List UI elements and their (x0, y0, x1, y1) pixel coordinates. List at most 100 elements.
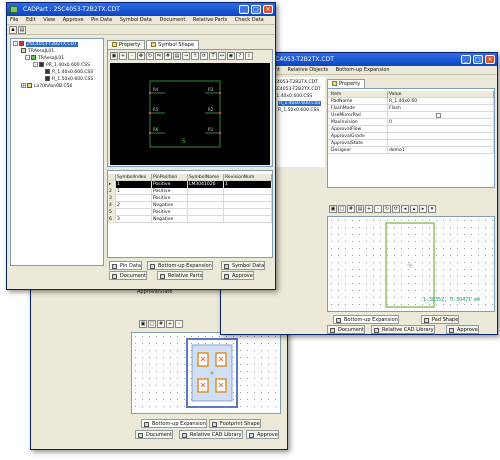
table-row[interactable]: ApprovalFlow (328, 126, 494, 133)
zoom-out-icon[interactable]: - (175, 320, 183, 328)
tab-symbol-shape[interactable]: Symbol Shape (146, 40, 200, 49)
tree-item[interactable]: TRAesaJL01 (21, 48, 54, 55)
tree-item-selected[interactable]: R_1.40x0.600.CSS (271, 100, 322, 107)
tab-footprint-shape[interactable]: Footprint Shape (209, 419, 261, 428)
copy-tool-icon[interactable]: □ (148, 320, 156, 328)
close-button[interactable]: × (263, 5, 273, 14)
mirror-pad-checkbox[interactable] (436, 113, 441, 118)
tree-item-root[interactable]: -2SC4053-T2B2TX.CDT (13, 41, 78, 48)
arrow-right-icon[interactable]: ▸ (419, 205, 427, 213)
rotate-icon[interactable]: ↻ (146, 52, 154, 60)
zoom-in-icon[interactable]: + (166, 320, 174, 328)
zoom-in-icon[interactable]: + (119, 52, 127, 60)
camera-icon[interactable]: ◉ (227, 52, 235, 60)
menu-edit[interactable]: Edit (23, 16, 39, 24)
tab-document-3[interactable]: Document (135, 430, 173, 439)
menu-file[interactable]: File (7, 16, 21, 24)
table-row[interactable]: ApprovalState (328, 140, 494, 147)
tab-document-1[interactable]: Document (109, 271, 147, 280)
table-row[interactable]: MaxInvision 0 (328, 119, 494, 126)
select-tool-icon[interactable]: ▣ (110, 52, 118, 60)
pad-canvas[interactable]: -1.38352, 0.30471 mm (327, 216, 495, 312)
tab-pin-data[interactable]: Pin Data (109, 261, 142, 270)
rotate-icon[interactable]: ↻ (383, 205, 391, 213)
tree-item[interactable]: R_1.50x0.600.CSS (45, 76, 93, 83)
footprint-canvas[interactable] (131, 332, 281, 414)
tree-item[interactable]: R_1.40x0.600.CSS (271, 93, 312, 100)
collapse-icon[interactable]: - (25, 55, 30, 60)
arrow-up-icon[interactable]: ▴ (410, 205, 418, 213)
collapse-icon[interactable]: - (13, 41, 18, 46)
menu-bottom-up-expansion[interactable]: Bottom-up Expansion (333, 66, 393, 74)
tab-approve-2[interactable]: Approve (446, 325, 479, 334)
menu-approve[interactable]: Approve (60, 16, 87, 24)
table-row[interactable]: PadName R_1.40x0.60 (328, 98, 494, 105)
help-icon[interactable]: ? (236, 52, 244, 60)
save-icon[interactable]: ▪ (9, 26, 17, 34)
fit-tool-icon[interactable]: ▤ (356, 205, 364, 213)
menu-relative-objects[interactable]: Relative Objects (285, 66, 332, 74)
table-row[interactable]: ApprovalGrade (328, 133, 494, 140)
select-tool-icon[interactable]: ▣ (139, 320, 147, 328)
maximize-button[interactable]: □ (473, 55, 483, 64)
table-row[interactable]: 6 3 Negative (108, 216, 272, 223)
print-icon[interactable]: ▤ (18, 26, 26, 34)
collapse-icon[interactable]: - (33, 62, 38, 67)
menu-relative-parts[interactable]: Relative Parts (190, 16, 230, 24)
grid-tool-icon[interactable]: # (164, 52, 172, 60)
zoom-out-icon[interactable]: - (374, 205, 382, 213)
minimize-button[interactable]: _ (461, 55, 471, 64)
menu-check-data[interactable]: Check Data (232, 16, 267, 24)
menu-view[interactable]: View (40, 16, 58, 24)
mirror-icon[interactable]: ⇋ (155, 52, 163, 60)
menu-symbol-data[interactable]: Symbol Data (117, 16, 155, 24)
refresh-icon[interactable]: ⟳ (200, 52, 208, 60)
tree-item[interactable]: - TRAesaJL01 (25, 55, 64, 62)
tree-item[interactable]: - PR_1.40x0.600.CSS (33, 62, 90, 69)
arrow-down-icon[interactable]: ▾ (428, 205, 436, 213)
table-row[interactable]: 2 1 Positive (108, 188, 272, 195)
part-window-titlebar[interactable]: CADPart : 2SC4053-T2B2TX.CDT _ □ × (7, 3, 275, 16)
select-tool-icon[interactable]: ▣ (329, 205, 337, 213)
zoom-in-icon[interactable]: + (365, 205, 373, 213)
tab-bottom-up-expansion-1[interactable]: Bottom-up Expansion (147, 261, 213, 270)
tab-bottom-up-expansion-2[interactable]: Bottom-up Expansion (333, 315, 399, 324)
tab-approve-1[interactable]: Approve (221, 271, 254, 280)
minimize-button[interactable]: _ (239, 5, 249, 14)
tree-item[interactable]: SC4053-T2B2TX.CDT (271, 79, 318, 86)
tab-approve-3[interactable]: Approve (246, 430, 279, 439)
tree-item[interactable]: 2SC4053-T2B2TX.CDT (271, 86, 321, 93)
grid-tool-icon[interactable]: # (347, 205, 355, 213)
table-row[interactable]: 3 Positive (108, 195, 272, 202)
tab-property-2[interactable]: Property (327, 79, 366, 88)
table-row[interactable]: ▸ 1 Positive LM3041026 1 (108, 181, 272, 188)
copy-tool-icon[interactable]: □ (338, 205, 346, 213)
arrow-up-icon[interactable]: ↑ (191, 52, 199, 60)
menu-pin-data[interactable]: Pin Data (88, 16, 115, 24)
zoom-out-icon[interactable]: - (128, 52, 136, 60)
table-row[interactable]: 5 Positive (108, 209, 272, 216)
tree-item[interactable]: R_1.40x0.600.CSS (45, 69, 93, 76)
tab-pad-shape[interactable]: Pad Shape (421, 315, 460, 324)
tab-document-2[interactable]: Document (327, 325, 365, 334)
table-row[interactable]: Designer demo1 (328, 147, 494, 154)
menu-document[interactable]: Document (156, 16, 188, 24)
tab-property[interactable]: Property (107, 40, 146, 49)
pan-icon[interactable]: ✥ (137, 52, 145, 60)
tab-relative-cad-library-2[interactable]: Relative CAD Library (371, 325, 435, 334)
text-tool-icon[interactable]: T (209, 52, 217, 60)
expand-icon[interactable]: + (21, 83, 26, 88)
tree-item[interactable]: + La70hAsn0B.C56 (21, 83, 72, 90)
close-button[interactable]: × (485, 55, 495, 64)
table-row[interactable]: UseMirrorPad (328, 112, 494, 119)
fit-tool-icon[interactable]: ▤ (173, 52, 181, 60)
table-row[interactable]: 4 2 Negative (108, 202, 272, 209)
info-icon[interactable]: i (245, 52, 253, 60)
maximize-button[interactable]: □ (251, 5, 261, 14)
measure-icon[interactable]: ↔ (218, 52, 226, 60)
tab-symbol-data[interactable]: Symbol Data (221, 261, 266, 270)
tab-bottom-up-expansion-3[interactable]: Bottom-up Expansion (141, 419, 207, 428)
arrow-left-icon[interactable]: ◂ (401, 205, 409, 213)
tree-item[interactable]: R_1.50x0.600.CSS (271, 107, 319, 114)
arrow-right-icon[interactable]: → (182, 52, 190, 60)
